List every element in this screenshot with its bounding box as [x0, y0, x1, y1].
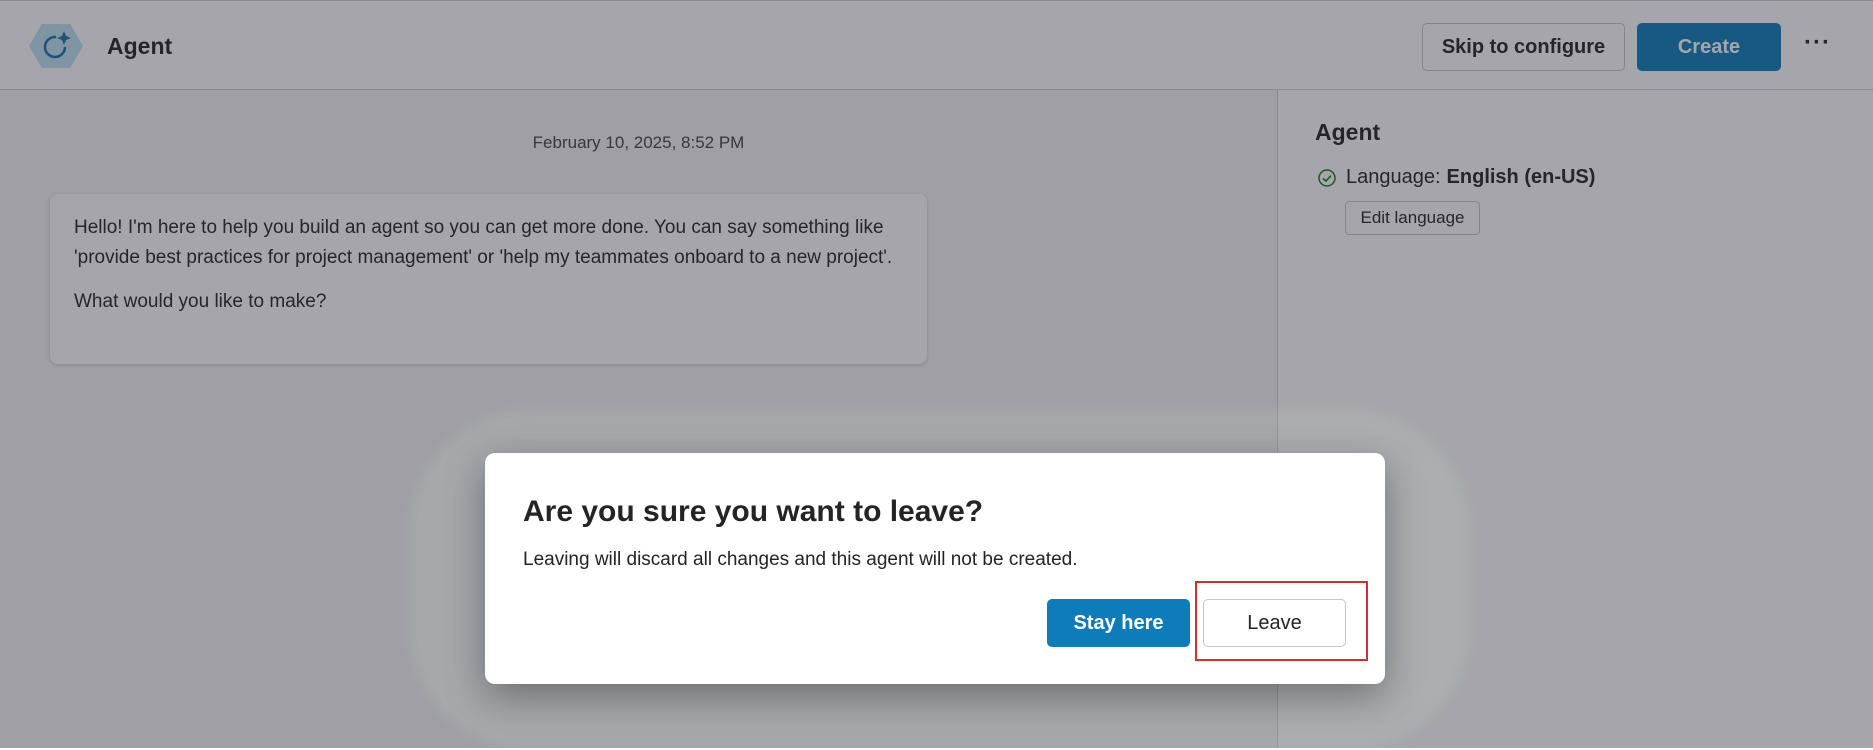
leave-button[interactable]: Leave: [1203, 599, 1346, 647]
leave-confirmation-dialog: Are you sure you want to leave? Leaving …: [485, 453, 1385, 684]
dialog-body: Leaving will discard all changes and thi…: [523, 549, 1078, 570]
stay-here-button[interactable]: Stay here: [1047, 599, 1190, 647]
dialog-title: Are you sure you want to leave?: [523, 495, 984, 528]
